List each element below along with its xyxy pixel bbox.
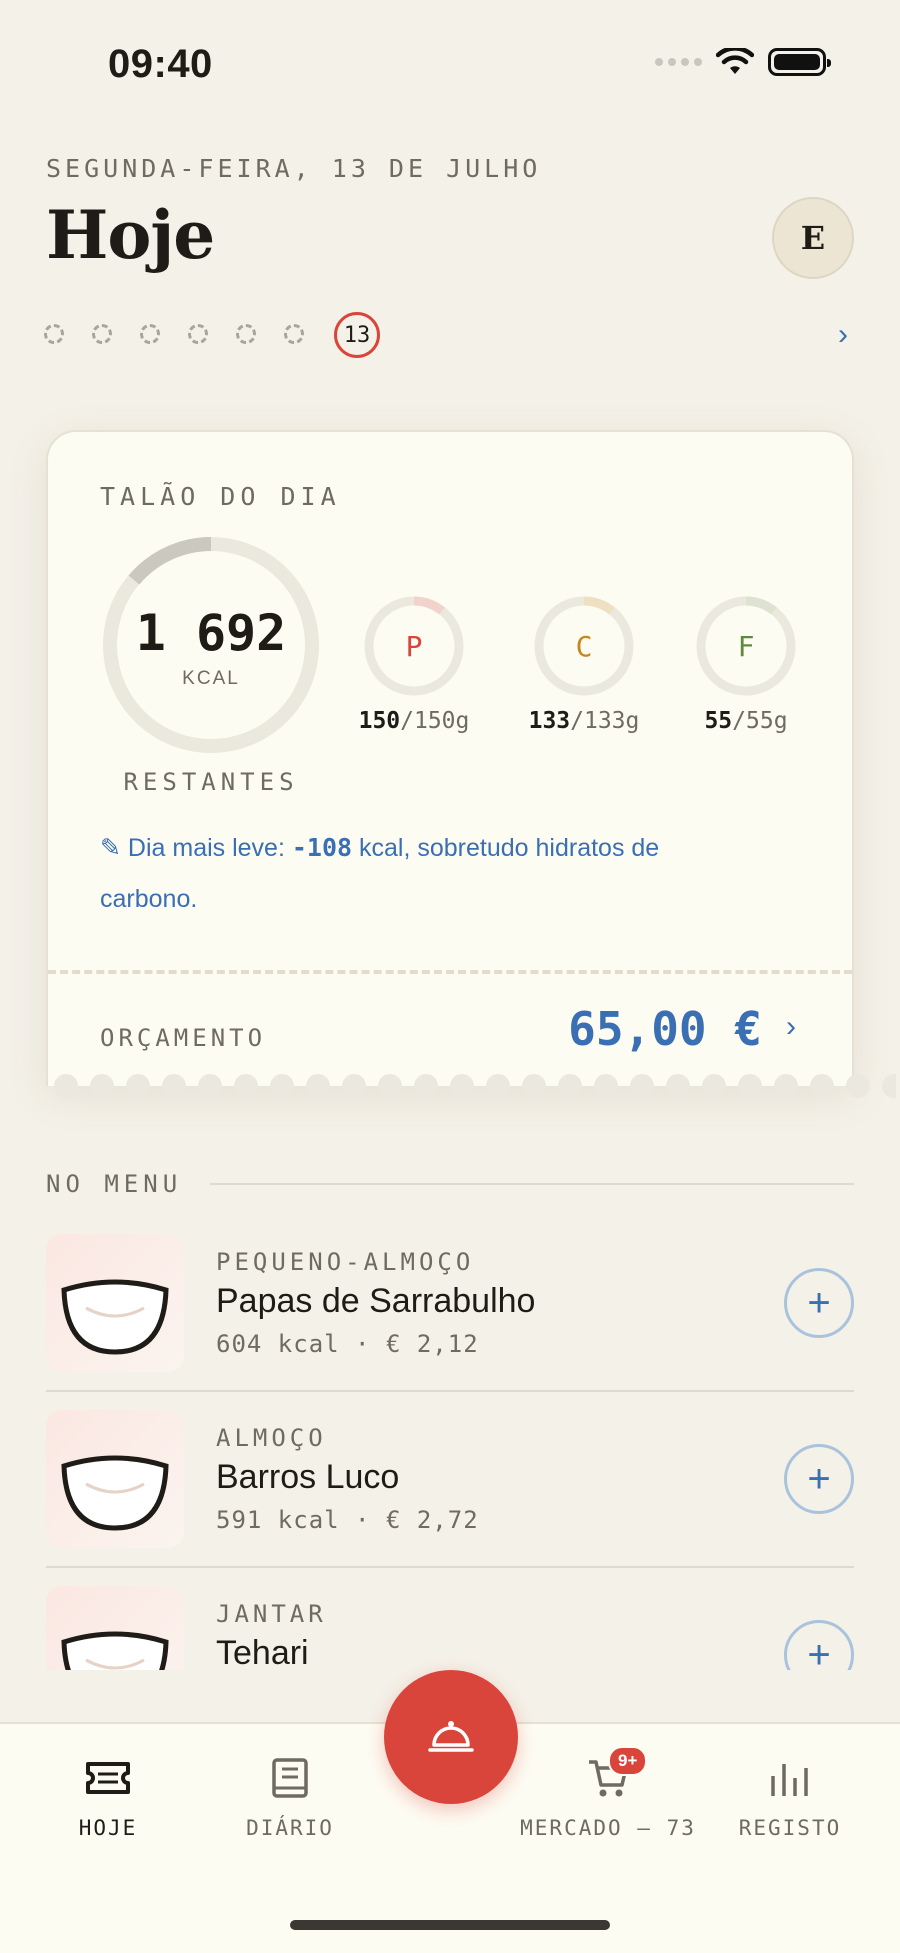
meal-meta: 604 kcal · € 2,12: [216, 1330, 479, 1358]
bowl-icon: [46, 1234, 184, 1372]
meal-name: Barros Luco: [216, 1458, 400, 1496]
bowl-icon: [46, 1586, 184, 1670]
macro-carbs: C 133/133g: [514, 594, 654, 734]
macro-fat: F 55/55g: [676, 594, 816, 734]
wifi-icon: [716, 48, 754, 74]
kcal-remaining-value: 1 692: [135, 604, 287, 662]
list-divider: [46, 1390, 854, 1392]
budget-chevron-icon[interactable]: ›: [786, 1010, 796, 1044]
tab-diario[interactable]: DIÁRIO: [200, 1754, 380, 1840]
list-divider: [46, 1566, 854, 1568]
tab-label: DIÁRIO: [246, 1816, 334, 1840]
carbs-target: /133g: [570, 708, 640, 734]
meal-name: Papas de Sarrabulho: [216, 1282, 536, 1320]
tab-hoje[interactable]: HOJE: [18, 1754, 198, 1840]
menu-list: PEQUENO-ALMOÇO Papas de Sarrabulho 604 k…: [0, 1100, 900, 1670]
meal-category: ALMOÇO: [216, 1424, 327, 1452]
bar-chart-icon: [700, 1754, 880, 1802]
hint-prefix: Dia mais leve:: [127, 834, 292, 862]
current-day-indicator[interactable]: 13: [334, 312, 380, 358]
meal-name: Tehari: [216, 1634, 309, 1670]
fat-letter: F: [737, 629, 755, 663]
add-meal-button[interactable]: +: [784, 1620, 854, 1670]
day-indicator[interactable]: [44, 324, 64, 344]
status-icons: [655, 48, 831, 76]
day-indicator[interactable]: [92, 324, 112, 344]
cloche-icon: [428, 1721, 474, 1752]
cellular-signal-icon: [655, 58, 702, 66]
protein-letter: P: [405, 629, 423, 663]
budget-value[interactable]: 65,00 €: [568, 1002, 762, 1056]
meal-category: JANTAR: [216, 1600, 327, 1628]
cloche-fab-button[interactable]: [384, 1670, 518, 1804]
cart-icon: 9+: [518, 1746, 698, 1802]
pencil-icon: ✎: [100, 834, 121, 862]
hint-value: -108: [291, 833, 353, 862]
kcal-unit: KCAL: [182, 668, 240, 689]
macro-protein: P 150/150g: [344, 594, 484, 734]
budget-label: ORÇAMENTO: [100, 1024, 267, 1052]
daily-summary-card: TALÃO DO DIA 1 692 KCAL RESTANTES P 150/…: [46, 430, 854, 1086]
protein-current: 150: [358, 708, 401, 734]
meal-item-breakfast[interactable]: PEQUENO-ALMOÇO Papas de Sarrabulho 604 k…: [46, 1234, 854, 1372]
meal-category: PEQUENO-ALMOÇO: [216, 1248, 475, 1276]
day-indicator[interactable]: [236, 324, 256, 344]
week-strip: 13 ›: [44, 310, 856, 358]
day-hint[interactable]: ✎ Dia mais leve: -108 kcal, sobretudo hi…: [100, 822, 740, 925]
bowl-icon: [46, 1410, 184, 1548]
tab-mercado[interactable]: 9+ MERCADO — 73: [518, 1746, 698, 1840]
day-indicator[interactable]: [188, 324, 208, 344]
status-time: 09:40: [108, 42, 213, 86]
home-indicator: [290, 1920, 610, 1930]
meal-item-dinner[interactable]: JANTAR Tehari +: [46, 1586, 854, 1670]
tab-label: MERCADO — 73: [520, 1816, 696, 1840]
cart-badge: 9+: [608, 1746, 648, 1776]
avatar[interactable]: E: [772, 197, 854, 279]
fat-target: /55g: [732, 708, 788, 734]
day-indicator[interactable]: [140, 324, 160, 344]
add-meal-button[interactable]: +: [784, 1268, 854, 1338]
tab-registo[interactable]: REGISTO: [700, 1754, 880, 1840]
next-week-chevron-icon[interactable]: ›: [838, 318, 848, 352]
meal-meta: 591 kcal · € 2,72: [216, 1506, 479, 1534]
tab-label: REGISTO: [738, 1816, 842, 1840]
day-indicator[interactable]: [284, 324, 304, 344]
ticket-icon: [18, 1754, 198, 1802]
carbs-letter: C: [575, 629, 593, 663]
fat-current: 55: [704, 708, 733, 734]
card-title: TALÃO DO DIA: [100, 482, 341, 511]
page-title: Hoje: [46, 196, 215, 274]
date-label: SEGUNDA-FEIRA, 13 DE JULHO: [46, 154, 542, 183]
add-meal-button[interactable]: +: [784, 1444, 854, 1514]
carbs-current: 133: [528, 708, 571, 734]
kcal-remaining-label: RESTANTES: [123, 768, 299, 796]
ticket-scallop-edge: [46, 1074, 896, 1098]
tab-label: HOJE: [78, 1816, 138, 1840]
battery-icon: [768, 48, 831, 76]
meal-item-lunch[interactable]: ALMOÇO Barros Luco 591 kcal · € 2,72 +: [46, 1410, 854, 1548]
book-icon: [200, 1754, 380, 1802]
protein-target: /150g: [400, 708, 470, 734]
ticket-perforation: [48, 970, 852, 974]
